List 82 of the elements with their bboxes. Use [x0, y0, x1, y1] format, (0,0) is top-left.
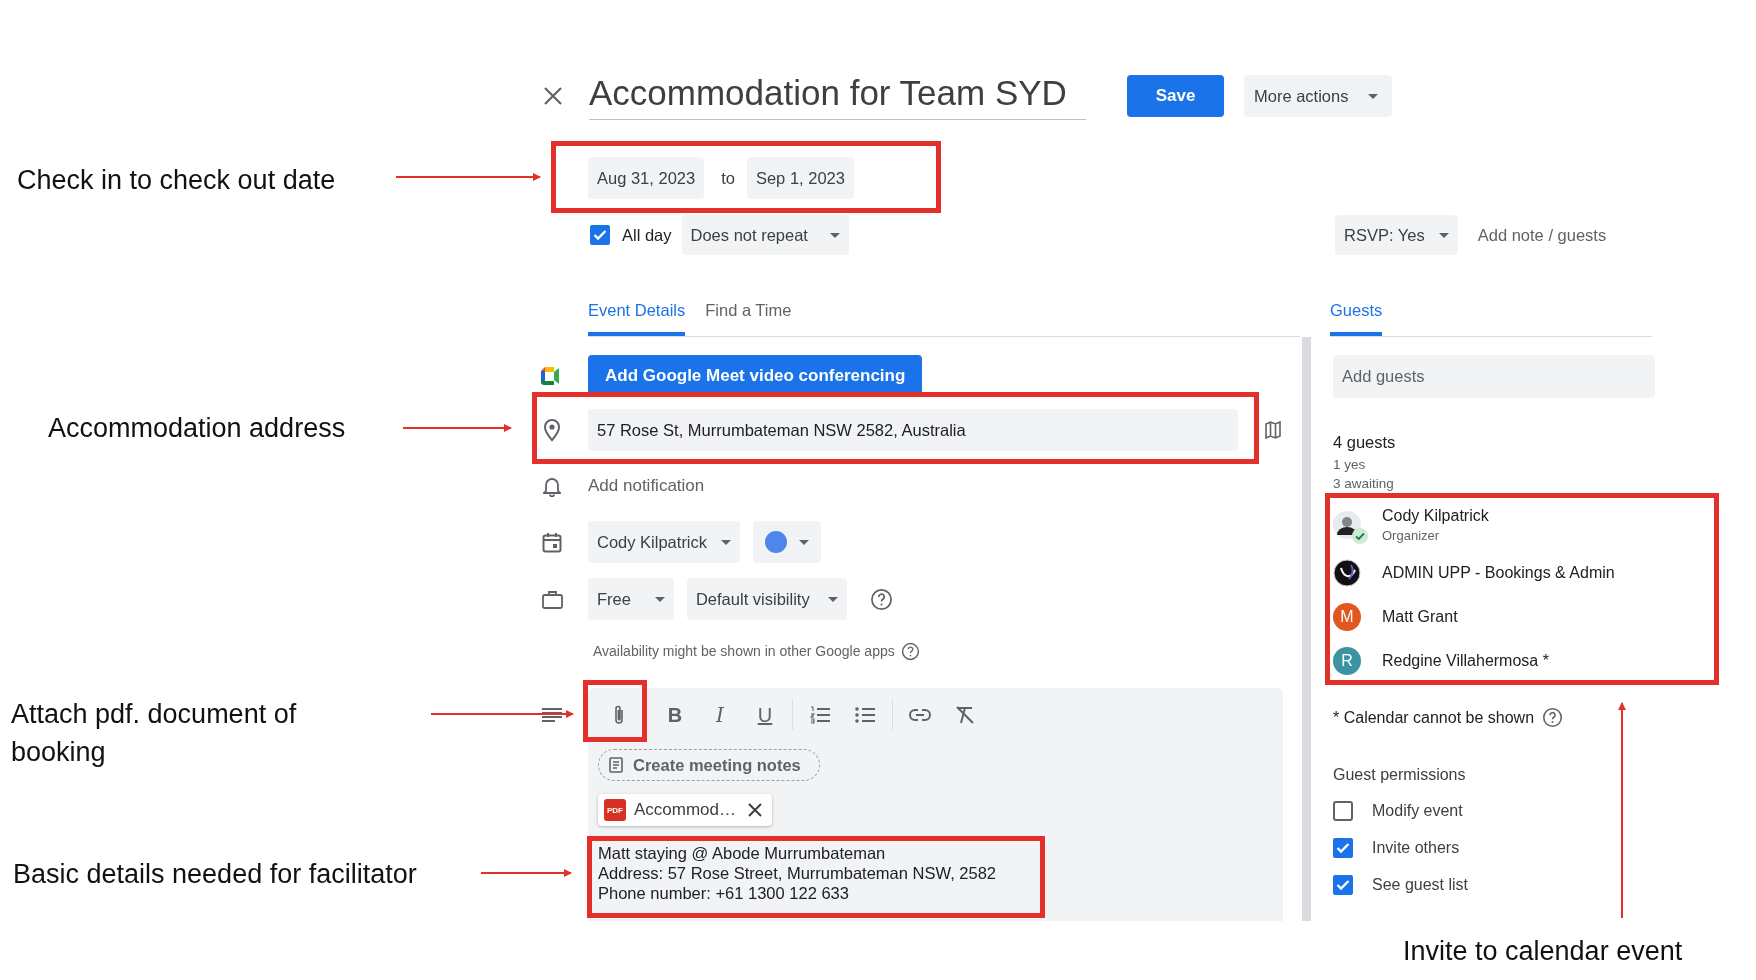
guest-status: 3 awaiting	[1333, 476, 1395, 491]
more-actions-button[interactable]: More actions	[1244, 75, 1393, 117]
help-icon[interactable]	[900, 641, 920, 661]
avatar: R	[1333, 647, 1361, 675]
location-pin-icon	[542, 418, 562, 442]
guest-name: ADMIN UPP - Bookings & Admin	[1382, 564, 1615, 582]
all-day-label[interactable]: All day	[622, 225, 672, 245]
permission-label[interactable]: Invite others	[1372, 839, 1460, 857]
color-dot-icon	[765, 531, 788, 553]
annotation-label: Accommodation address	[48, 412, 347, 445]
calendar-icon	[542, 531, 562, 553]
bold-button[interactable]: B	[657, 697, 693, 733]
close-icon[interactable]	[542, 85, 564, 107]
tab[interactable]: Find a Time	[705, 295, 792, 336]
help-icon[interactable]	[869, 587, 893, 611]
tab[interactable]: Guests	[1330, 295, 1383, 336]
guest-status: 1 yes	[1333, 457, 1367, 472]
checkbox[interactable]	[1333, 875, 1353, 895]
link-icon	[909, 709, 931, 721]
caret-icon	[827, 596, 838, 602]
annotation-label: Invite to calendar event	[1403, 935, 1684, 968]
date-separator: to	[721, 168, 735, 188]
paperclip-icon	[613, 704, 625, 726]
availability-note: Availability might be shown in other Google apps	[593, 643, 895, 659]
permission-label[interactable]: Modify event	[1372, 802, 1463, 820]
visibility-dropdown[interactable]: Default visibility	[686, 578, 847, 620]
help-icon[interactable]	[1542, 707, 1564, 728]
permissions-heading: Guest permissions	[1333, 766, 1467, 784]
highlight-frame	[583, 680, 647, 742]
annotation-label: Attach pdf. document of booking	[11, 698, 298, 769]
map-icon[interactable]	[1265, 421, 1281, 439]
document-icon	[609, 757, 623, 773]
start-date-field[interactable]: Aug 31, 2023	[588, 157, 705, 199]
scrollbar[interactable]	[1302, 337, 1311, 921]
guest-name: Cody Kilpatrick	[1382, 507, 1489, 525]
add-note-link[interactable]: Add note / guests	[1477, 225, 1607, 245]
end-date-field[interactable]: Sep 1, 2023	[746, 157, 854, 199]
checkbox[interactable]	[1333, 801, 1353, 821]
guest-count: 4 guests	[1333, 433, 1397, 452]
bulleted-list-icon	[855, 707, 875, 723]
description-icon	[542, 708, 562, 722]
description-line: Phone number: +61 1300 122 633	[598, 883, 850, 903]
location-field[interactable]: 57 Rose St, Murrumbateman NSW 2582, Australia	[588, 409, 1238, 451]
numbered-list-icon	[810, 706, 830, 724]
calendar-footnote: * Calendar cannot be shown	[1333, 708, 1535, 727]
caret-icon	[654, 596, 665, 602]
logo-avatar	[1333, 559, 1361, 587]
save-button[interactable]: Save	[1127, 75, 1224, 117]
caret-icon	[829, 232, 840, 238]
description-line: Address: 57 Rose Street, Murrumbateman NSW, 2582	[598, 863, 997, 883]
description-editor[interactable]: B I U Create meeting notes PDF Accommod… Matt staying @ Abode Murrumbateman Address: 57 Rose Street, Murrumbateman NSW, 2582 Phone number: +61 1300 122 633	[588, 688, 1283, 921]
calendar-dropdown[interactable]: Cody Kilpatrick	[588, 521, 741, 563]
caret-icon	[721, 539, 732, 545]
caret-icon	[1438, 232, 1449, 238]
attachment-chip[interactable]: PDF Accommod…	[598, 794, 773, 826]
caret-icon	[1368, 93, 1379, 99]
tab[interactable]: Event Details	[588, 295, 686, 336]
permission-label[interactable]: See guest list	[1372, 876, 1469, 894]
availability-dropdown[interactable]: Free	[588, 578, 674, 620]
italic-button[interactable]: I	[702, 697, 738, 733]
repeat-dropdown[interactable]: Does not repeat	[681, 215, 849, 255]
add-guests-field[interactable]: Add guests	[1333, 355, 1655, 398]
briefcase-icon	[541, 589, 563, 609]
guest-name: Redgine Villahermosa *	[1382, 652, 1549, 670]
title-field[interactable]: Accommodation for Team SYD	[589, 72, 1086, 120]
avatar: M	[1333, 603, 1361, 631]
annotation-label: Basic details needed for facilitator	[13, 858, 418, 891]
event-color-dropdown[interactable]	[753, 521, 822, 563]
bell-icon	[543, 475, 561, 497]
remove-icon[interactable]	[748, 803, 763, 817]
annotation-label: Check in to check out date	[17, 164, 337, 197]
description-line: Matt staying @ Abode Murrumbateman	[598, 843, 887, 863]
guest-role: Organizer	[1382, 528, 1441, 543]
add-notification-link[interactable]: Add notification	[588, 476, 705, 496]
checkbox[interactable]	[1333, 838, 1353, 858]
clear-formatting-icon	[955, 706, 975, 724]
rsvp-dropdown[interactable]: RSVP: Yes	[1335, 215, 1458, 255]
underline-button[interactable]: U	[747, 697, 783, 733]
caret-icon	[799, 539, 810, 545]
guest-name: Matt Grant	[1382, 608, 1458, 626]
pdf-file-icon: PDF	[604, 799, 626, 821]
checkbox[interactable]	[590, 225, 610, 245]
